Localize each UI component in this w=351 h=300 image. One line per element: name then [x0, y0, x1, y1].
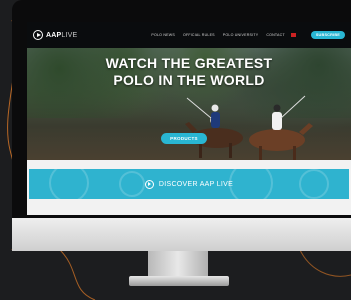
hero-title-line-2: POLO IN THE WORLD — [113, 72, 265, 88]
brand-name: AAPLIVE — [46, 31, 78, 39]
decorative-ring — [299, 169, 329, 199]
site-header: AAPLIVE Polo News Official Rules Polo Un… — [27, 22, 351, 48]
hero-banner: WATCH THE GREATEST POLO IN THE WORLD PRO… — [27, 48, 351, 160]
hero-title-line-1: WATCH THE GREATEST — [105, 55, 273, 71]
monitor-stand-neck — [148, 251, 208, 279]
content-section: DISCOVER AAP LIVE — [27, 160, 351, 215]
main-nav: Polo News Official Rules Polo University… — [151, 33, 284, 37]
nav-item-official-rules[interactable]: Official Rules — [183, 33, 215, 37]
nav-item-polo-news[interactable]: Polo News — [151, 33, 175, 37]
decorative-ring — [49, 169, 89, 199]
hero-title: WATCH THE GREATEST POLO IN THE WORLD — [27, 55, 351, 89]
monitor-chin — [12, 218, 351, 251]
nav-item-polo-university[interactable]: Polo University — [223, 33, 259, 37]
decorative-ring — [229, 169, 273, 199]
polo-players-image — [185, 95, 313, 160]
products-button[interactable]: PRODUCTS — [161, 133, 207, 144]
logo-mark-icon — [33, 30, 43, 40]
discover-banner-button[interactable]: DISCOVER AAP LIVE — [29, 169, 349, 199]
language-flag-icon[interactable] — [290, 33, 296, 37]
subscribe-button[interactable]: SUBSCRIBE — [310, 31, 345, 39]
website-screen: AAPLIVE Polo News Official Rules Polo Un… — [27, 22, 351, 215]
nav-item-contact[interactable]: Contact — [266, 33, 285, 37]
decorative-ring — [119, 171, 145, 197]
monitor-stand-base — [129, 276, 229, 286]
play-circle-icon — [144, 179, 154, 189]
discover-label: DISCOVER AAP LIVE — [158, 180, 234, 188]
brand-logo[interactable]: AAPLIVE — [33, 30, 77, 40]
